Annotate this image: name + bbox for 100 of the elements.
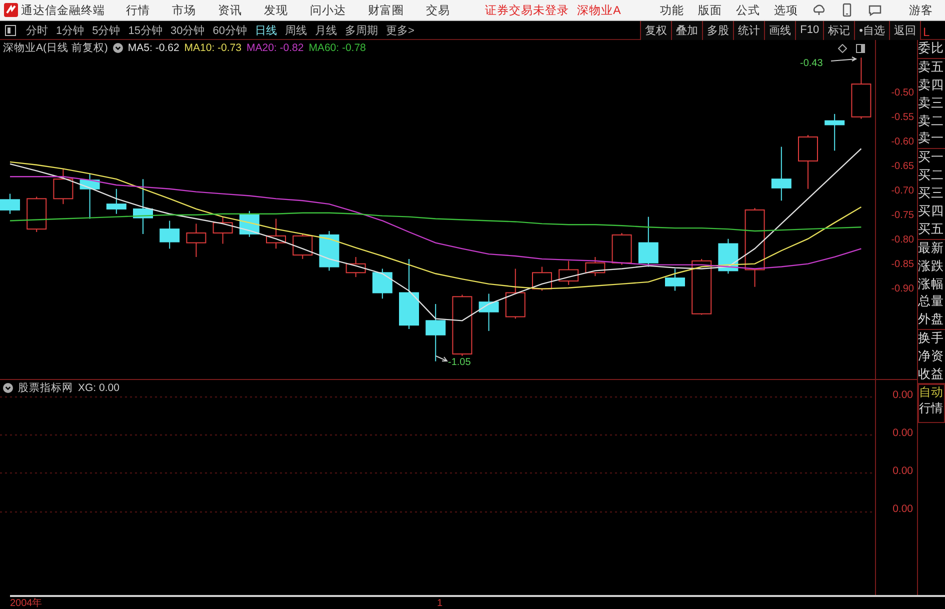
candlestick [26,196,47,232]
candlestick [452,294,472,356]
menu-item[interactable]: 市场 [172,2,196,18]
quote-field-label[interactable]: 涨幅 [918,276,945,294]
price-axis-label: -0.70 [891,185,914,196]
chart-tool-button[interactable]: 标记 [823,20,854,40]
menu-item[interactable]: 行情 [126,2,150,18]
candlestick [665,268,685,292]
menu-item[interactable]: 交易 [426,2,450,18]
quote-field-label[interactable]: 委比 [918,40,945,58]
period-tab[interactable]: 5分钟 [92,22,120,38]
candlestick [133,178,153,234]
quote-field-label[interactable]: 卖四 [918,76,945,95]
price-axis-label: -0.60 [891,136,914,148]
quote-field-label[interactable]: 净资 [918,348,945,366]
panel-toggle-icon[interactable] [5,24,16,36]
quote-field-label[interactable]: 买四 [918,203,945,221]
candlestick [160,220,180,250]
chart-tool-button[interactable]: 返回 [889,20,920,40]
quote-field-label[interactable]: 最新 [918,240,945,258]
cloud-icon[interactable] [812,3,826,17]
menu-item[interactable]: 选项 [774,2,798,18]
quote-field-label[interactable]: 买一 [918,149,945,168]
quote-field-label[interactable]: 卖一 [918,130,945,148]
candlestick [106,188,126,214]
menu-item[interactable]: 公式 [736,2,760,18]
low-price-label: -1.05 [448,357,471,368]
mode-label[interactable]: 行情 [919,400,944,416]
chat-icon[interactable] [868,3,882,17]
circle-chevron-icon[interactable] [112,43,123,53]
indicator-axis-label: 0.00 [892,388,914,403]
price-axis-label: -0.50 [891,87,914,98]
period-tab[interactable]: 周线 [285,22,307,38]
indicator-axis-label: 0.00 [892,464,914,479]
quote-field-label[interactable]: 卖二 [918,112,945,130]
candlestick [372,268,392,300]
period-tab[interactable]: 日线 [255,22,277,38]
high-price-label: -0.43 [800,58,823,69]
quote-field-label[interactable]: 总量 [918,293,945,312]
period-tab[interactable]: 更多> [386,22,414,38]
period-tab[interactable]: 1分钟 [56,22,84,38]
candlestick [292,233,313,260]
period-tab[interactable]: 多周期 [345,22,378,38]
menu-item[interactable]: 财富圈 [368,2,404,18]
quote-field-label[interactable]: 买五 [918,220,945,239]
quote-field-label[interactable]: 买二 [918,167,945,186]
app-logo-icon [4,3,18,17]
moving-average-value: MA60: -0.78 [308,42,366,54]
user-name[interactable]: 游客 [909,2,934,18]
price-axis-label: -0.75 [891,210,914,221]
period-tab[interactable]: 60分钟 [212,22,247,38]
indicator-value: XG: 0.00 [78,382,120,394]
quote-field-label[interactable]: 涨跌 [918,258,945,276]
candlestick [638,216,658,268]
candlestick [532,266,552,292]
menu-item[interactable]: 资讯 [218,2,242,18]
chart-tool-button[interactable]: 叠加 [671,20,702,40]
candlestick [478,293,499,332]
diamond-icon[interactable] [838,44,847,52]
login-status[interactable]: 证券交易未登录 [485,2,570,18]
mode-label[interactable]: 自动 [919,384,944,400]
candlestick [718,238,738,274]
price-axis-label: -0.85 [891,258,914,270]
chart-title: 深物业A(日线 前复权) [3,41,108,55]
chart-tool-button[interactable]: •自选 [854,20,889,40]
quote-field-label[interactable]: 外盘 [918,311,945,330]
chart-tool-button[interactable]: 多股 [702,20,734,40]
candlestick [585,256,606,277]
chart-tool-button[interactable]: 统计 [733,20,764,40]
menu-item[interactable]: 版面 [698,2,722,18]
window-icon[interactable] [856,44,865,52]
circle-chevron-icon[interactable] [3,383,13,393]
menu-item[interactable]: 功能 [660,2,684,18]
period-tab[interactable]: 30分钟 [170,22,205,38]
chart-tool-button[interactable]: 复权 [640,20,672,40]
quote-field-label[interactable]: 卖五 [918,58,945,77]
period-tab[interactable]: 月线 [315,22,337,38]
quote-field-label[interactable]: 卖三 [918,94,945,113]
candlestick [80,173,100,220]
candlestick [212,216,233,244]
app-title: 通达信金融终端 [21,4,105,18]
chart-tool-button[interactable]: F10 [795,20,824,40]
candlestick [851,57,872,120]
leader-line [830,56,858,62]
chart-tool-button[interactable]: 画线 [764,20,796,40]
price-axis-label: -0.55 [891,112,914,123]
moving-average-value: MA20: -0.82 [246,42,304,54]
candlestick [505,268,526,320]
menu-item[interactable]: 发现 [264,2,288,18]
candlestick [612,232,632,266]
quote-field-label[interactable]: 收益 [918,366,945,384]
period-tab[interactable]: 分时 [26,22,48,38]
price-axis-label: -0.65 [891,160,914,172]
time-axis-label: 1 [437,598,443,608]
menu-item[interactable]: 问小达 [310,2,346,18]
period-tab[interactable]: 15分钟 [128,22,162,38]
quote-field-label[interactable]: 换手 [918,330,945,348]
scrollbar-track[interactable] [10,595,945,597]
quote-field-label[interactable]: 买三 [918,185,945,204]
candlestick [692,258,712,316]
